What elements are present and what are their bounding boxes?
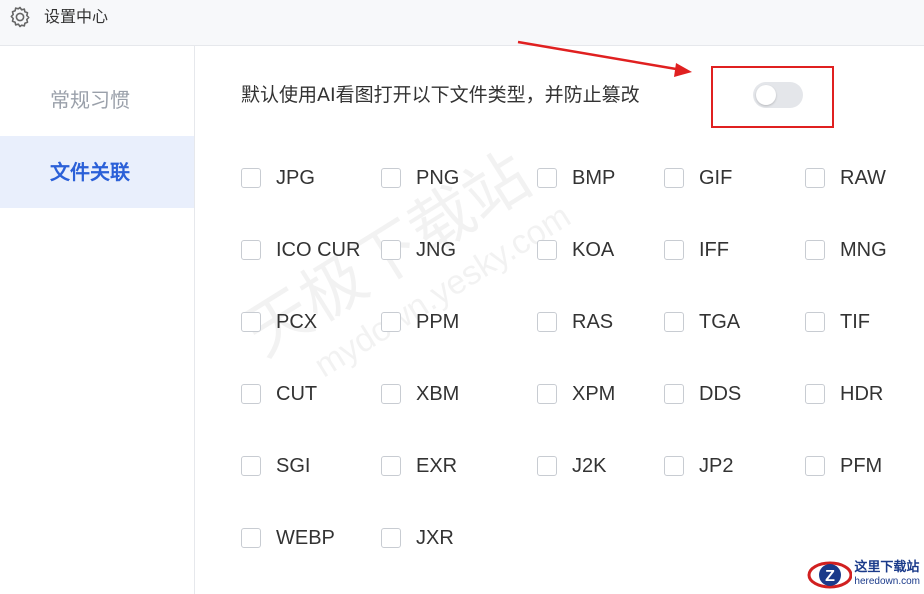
file-type-checkbox[interactable]	[664, 384, 684, 404]
gear-icon	[10, 6, 30, 28]
file-type-checkbox[interactable]	[664, 312, 684, 332]
file-type-option[interactable]: JPG	[241, 163, 315, 193]
file-type-label: JXR	[416, 526, 454, 549]
file-type-option[interactable]: RAS	[537, 307, 613, 337]
file-type-option[interactable]: KOA	[537, 235, 614, 265]
title-bar: 设置中心	[0, 0, 924, 46]
file-type-checkbox[interactable]	[381, 312, 401, 332]
file-type-checkbox[interactable]	[241, 384, 261, 404]
file-association-panel: 天极下载站 mydown.yesky.com 默认使用AI看图打开以下文件类型，…	[195, 46, 924, 594]
file-type-option[interactable]: XPM	[537, 379, 615, 409]
file-type-option[interactable]: WEBP	[241, 523, 335, 553]
file-type-option[interactable]: DDS	[664, 379, 741, 409]
file-type-label: XBM	[416, 382, 460, 405]
default-open-toggle[interactable]	[753, 82, 803, 108]
file-type-label: PNG	[416, 166, 460, 189]
file-type-option[interactable]: GIF	[664, 163, 732, 193]
file-type-label: RAW	[840, 166, 886, 189]
file-type-checkbox[interactable]	[381, 240, 401, 260]
file-type-label: EXR	[416, 454, 458, 477]
file-type-checkbox[interactable]	[805, 168, 825, 188]
file-type-option[interactable]: BMP	[537, 163, 615, 193]
file-type-label: XPM	[572, 382, 616, 405]
file-type-option[interactable]: JP2	[664, 451, 733, 481]
file-type-label: GIF	[699, 166, 733, 189]
file-type-label: ICO CUR	[276, 238, 361, 261]
file-type-label: IFF	[699, 238, 729, 261]
default-open-description: 默认使用AI看图打开以下文件类型，并防止篡改	[241, 84, 640, 106]
file-type-option[interactable]: HDR	[805, 379, 883, 409]
file-type-option[interactable]: CUT	[241, 379, 317, 409]
file-type-option[interactable]: XBM	[381, 379, 459, 409]
file-type-checkbox[interactable]	[241, 168, 261, 188]
file-type-checkbox[interactable]	[664, 240, 684, 260]
settings-window: 设置中心 常规习惯 文件关联 天极下载站 mydown.yesky.com 默认…	[0, 0, 924, 594]
file-type-label: SGI	[276, 454, 311, 477]
file-type-label: PFM	[840, 454, 883, 477]
file-type-checkbox[interactable]	[381, 384, 401, 404]
file-type-option[interactable]: RAW	[805, 163, 886, 193]
file-type-label: PPM	[416, 310, 460, 333]
file-type-checkbox[interactable]	[537, 240, 557, 260]
file-type-option[interactable]: MNG	[805, 235, 887, 265]
file-type-label: CUT	[276, 382, 318, 405]
site-logo: Z 这里下载站 heredown.com	[806, 558, 920, 592]
file-type-label: MNG	[840, 238, 887, 261]
file-type-checkbox[interactable]	[805, 240, 825, 260]
toggle-highlight-box	[711, 66, 834, 128]
file-type-checkbox[interactable]	[241, 312, 261, 332]
file-type-option[interactable]: PPM	[381, 307, 459, 337]
file-type-option[interactable]: TIF	[805, 307, 870, 337]
file-type-option[interactable]: JNG	[381, 235, 456, 265]
file-type-checkbox[interactable]	[241, 528, 261, 548]
file-type-label: DDS	[699, 382, 742, 405]
file-type-label: TIF	[840, 310, 870, 333]
file-type-label: JP2	[699, 454, 734, 477]
file-type-label: PCX	[276, 310, 318, 333]
file-type-label: WEBP	[276, 526, 335, 549]
file-type-option[interactable]: PNG	[381, 163, 459, 193]
file-type-checkbox[interactable]	[537, 456, 557, 476]
sidebar: 常规习惯 文件关联	[0, 46, 195, 594]
window-title: 设置中心	[44, 7, 109, 26]
toggle-knob	[756, 85, 776, 105]
file-type-label: RAS	[572, 310, 614, 333]
file-type-label: J2K	[572, 454, 607, 477]
file-type-checkbox[interactable]	[241, 456, 261, 476]
file-type-option[interactable]: JXR	[381, 523, 454, 553]
file-type-option[interactable]: PFM	[805, 451, 882, 481]
file-type-option[interactable]: SGI	[241, 451, 310, 481]
file-type-label: JNG	[416, 238, 456, 261]
file-type-option[interactable]: ICO CUR	[241, 235, 360, 265]
file-type-label: BMP	[572, 166, 616, 189]
file-type-checkbox[interactable]	[381, 528, 401, 548]
file-type-checkbox[interactable]	[381, 456, 401, 476]
svg-text:Z: Z	[826, 568, 836, 585]
file-type-checkbox[interactable]	[805, 384, 825, 404]
file-type-checkbox[interactable]	[537, 312, 557, 332]
file-type-label: TGA	[699, 310, 741, 333]
sidebar-item-general[interactable]: 常规习惯	[0, 64, 194, 136]
file-type-label: HDR	[840, 382, 884, 405]
logo-mark-icon: Z	[807, 561, 853, 589]
file-type-checkbox[interactable]	[805, 312, 825, 332]
sidebar-item-file-association[interactable]: 文件关联	[0, 136, 194, 208]
file-type-option[interactable]: EXR	[381, 451, 457, 481]
file-type-checkbox[interactable]	[241, 240, 261, 260]
file-type-option[interactable]: TGA	[664, 307, 740, 337]
file-type-option[interactable]: PCX	[241, 307, 317, 337]
logo-cn-text: 这里下载站	[854, 560, 920, 575]
file-type-checkbox[interactable]	[664, 456, 684, 476]
file-type-checkbox[interactable]	[537, 384, 557, 404]
file-type-label: KOA	[572, 238, 615, 261]
file-type-checkbox[interactable]	[381, 168, 401, 188]
file-type-option[interactable]: IFF	[664, 235, 729, 265]
file-type-checkbox[interactable]	[805, 456, 825, 476]
file-type-option[interactable]: J2K	[537, 451, 606, 481]
file-type-label: JPG	[276, 166, 315, 189]
file-type-checkbox[interactable]	[537, 168, 557, 188]
file-type-checkbox[interactable]	[664, 168, 684, 188]
logo-en-text: heredown.com	[854, 576, 920, 587]
